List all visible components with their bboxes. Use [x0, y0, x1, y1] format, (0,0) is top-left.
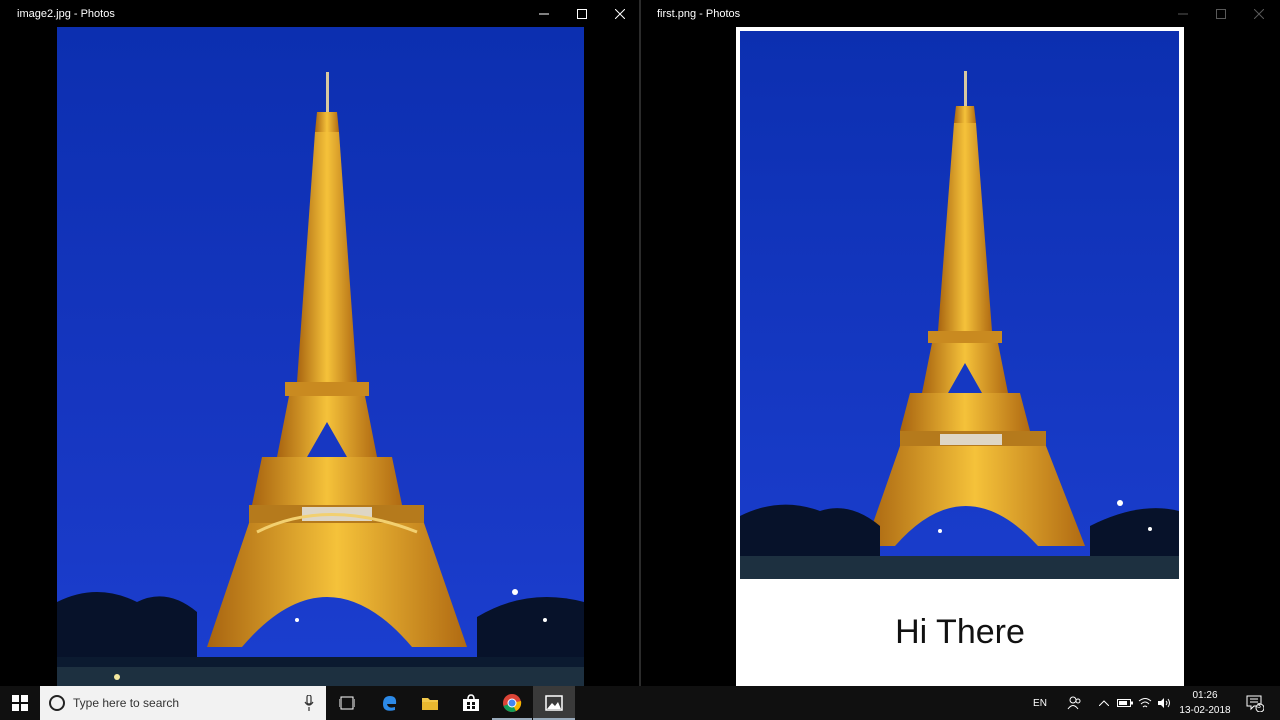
eiffel-tower-image: [740, 31, 1179, 579]
chevron-up-icon: [1099, 700, 1109, 706]
search-box[interactable]: Type here to search: [40, 686, 326, 720]
edge-icon: [383, 696, 397, 711]
file-explorer-button[interactable]: [410, 686, 450, 720]
chrome-icon: [503, 694, 522, 712]
minimize-icon: [539, 13, 549, 14]
people-icon: [1067, 696, 1081, 710]
store-button[interactable]: [451, 686, 491, 720]
taskbar: Type here to search EN 01:26 13-02-2018 …: [0, 686, 1280, 720]
search-placeholder: Type here to search: [73, 696, 180, 710]
chrome-button[interactable]: [492, 686, 532, 720]
battery-button[interactable]: [1115, 686, 1135, 720]
clock[interactable]: 01:26 13-02-2018: [1170, 688, 1240, 718]
windows-logo-icon: [12, 695, 28, 711]
microphone-icon: [304, 695, 314, 711]
eiffel-tower-image: [57, 27, 584, 686]
photo-caption: Hi There: [895, 613, 1025, 651]
wifi-icon: [1138, 698, 1152, 708]
store-icon: [463, 694, 479, 711]
cortana-icon: [49, 695, 65, 711]
notification-count: 3: [1257, 703, 1261, 710]
wifi-button[interactable]: [1136, 686, 1154, 720]
minimize-button[interactable]: [525, 0, 563, 27]
window-title: first.png - Photos: [657, 8, 741, 20]
edge-button[interactable]: [369, 686, 409, 720]
close-icon: [615, 8, 625, 19]
maximize-icon: [577, 8, 587, 19]
clock-time: 01:26: [1192, 690, 1218, 701]
task-view-button[interactable]: [327, 686, 367, 720]
volume-icon: [1158, 698, 1170, 708]
minimize-icon: [1178, 13, 1188, 14]
close-button[interactable]: [1240, 0, 1278, 27]
notification-icon: [1246, 695, 1264, 712]
window-title: image2.jpg - Photos: [17, 8, 115, 20]
task-view-icon: [339, 696, 355, 710]
language-indicator[interactable]: EN: [1027, 686, 1053, 720]
titlebar[interactable]: image2.jpg - Photos: [0, 0, 639, 27]
close-button[interactable]: [601, 0, 639, 27]
maximize-button[interactable]: [1202, 0, 1240, 27]
show-hidden-icons-button[interactable]: [1096, 686, 1112, 720]
clock-date: 13-02-2018: [1179, 705, 1231, 716]
photos-icon: [545, 695, 563, 711]
battery-icon: [1117, 699, 1133, 707]
photos-button[interactable]: [533, 686, 575, 720]
titlebar[interactable]: first.png - Photos: [641, 0, 1280, 27]
photos-window-right: first.png - Photos Hi There: [641, 0, 1280, 686]
photos-window-left: image2.jpg - Photos: [0, 0, 639, 686]
folder-icon: [422, 698, 438, 710]
captioned-photo: Hi There: [736, 27, 1184, 686]
image-viewer[interactable]: [0, 27, 639, 686]
close-icon: [1254, 8, 1264, 19]
action-center-button[interactable]: 3: [1240, 686, 1270, 720]
people-button[interactable]: [1062, 686, 1086, 720]
maximize-button[interactable]: [563, 0, 601, 27]
image-viewer[interactable]: Hi There: [641, 27, 1280, 686]
eiffel-tower-photo: [57, 27, 584, 686]
start-button[interactable]: [0, 686, 40, 720]
minimize-button[interactable]: [1164, 0, 1202, 27]
maximize-icon: [1216, 8, 1226, 19]
